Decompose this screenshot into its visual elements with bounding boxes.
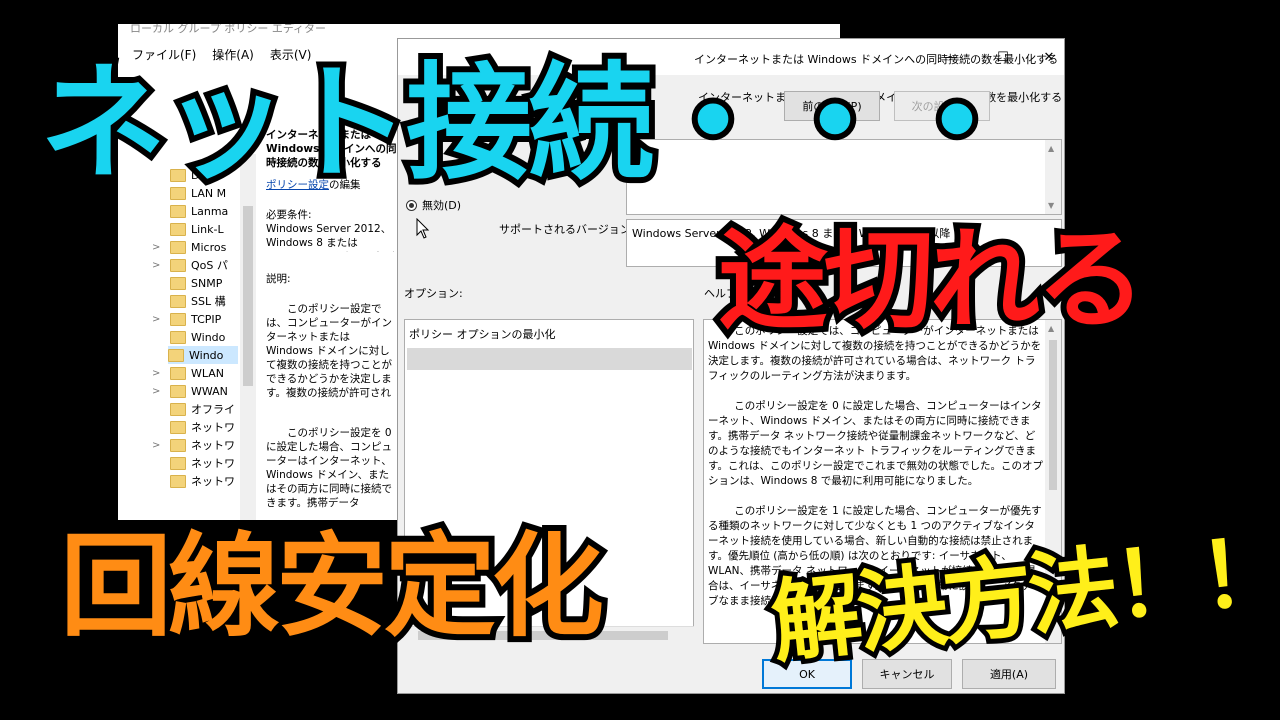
- tree-scroll-thumb[interactable]: [243, 206, 253, 386]
- tree-item[interactable]: > WWAN: [152, 382, 228, 400]
- tree-item[interactable]: > WLAN: [152, 364, 224, 382]
- requirements-text: Windows Server 2012、Windows 8 または Window…: [266, 223, 396, 252]
- folder-icon: [170, 474, 186, 488]
- tree-scrollbar[interactable]: [240, 154, 256, 520]
- supported-on-label: サポートされるバージョン:: [499, 223, 635, 236]
- help-paragraph: このポリシー設定を 0 に設定した場合、コンピューターはインターネット、Wind…: [708, 400, 1043, 487]
- tree-item[interactable]: オフライ: [170, 400, 235, 418]
- folder-icon: [170, 438, 186, 452]
- folder-icon: [168, 348, 184, 362]
- chevron-right-icon[interactable]: >: [152, 440, 160, 451]
- options-header: ポリシー オプションの最小化: [409, 328, 556, 341]
- apply-button[interactable]: 適用(A): [962, 659, 1056, 689]
- folder-icon: [170, 402, 186, 416]
- tree-item[interactable]: ネットワ: [170, 472, 235, 490]
- options-label: オプション:: [404, 287, 463, 300]
- help-scroll-thumb[interactable]: [1049, 340, 1057, 490]
- options-dropdown[interactable]: [407, 348, 692, 370]
- tree-item[interactable]: > ネットワ: [152, 436, 235, 454]
- folder-icon: [170, 456, 186, 470]
- tree-item[interactable]: SNMP: [170, 274, 222, 292]
- tree-item[interactable]: SSL 構: [170, 292, 226, 310]
- caption-network-connection: ネット接続・・・: [34, 44, 1026, 203]
- folder-icon: [170, 258, 186, 272]
- chevron-right-icon[interactable]: >: [152, 386, 160, 397]
- tree-item[interactable]: Windo: [170, 328, 225, 346]
- tree-item[interactable]: ネットワ: [170, 418, 235, 436]
- folder-icon: [170, 366, 186, 380]
- folder-icon: [170, 420, 186, 434]
- chevron-right-icon[interactable]: >: [152, 368, 160, 379]
- folder-icon: [170, 312, 186, 326]
- scroll-up-arrow-icon[interactable]: ▲: [1048, 144, 1054, 153]
- chevron-right-icon[interactable]: >: [152, 260, 160, 271]
- tree-item[interactable]: > QoS パ: [152, 256, 228, 274]
- folder-icon: [170, 276, 186, 290]
- folder-icon: [170, 240, 186, 254]
- folder-icon: [170, 222, 186, 236]
- tree-item[interactable]: > TCPIP: [152, 310, 221, 328]
- policy-tree: D LAN M Lanma Link-L > Micros > QoS パ SNMP…: [118, 154, 258, 520]
- tree-item[interactable]: Lanma: [170, 202, 228, 220]
- folder-icon: [170, 384, 186, 398]
- mouse-cursor-icon: [416, 218, 430, 239]
- tree-item[interactable]: Link-L: [170, 220, 224, 238]
- tree-item[interactable]: ネットワ: [170, 454, 235, 472]
- requirements-label: 必要条件:: [266, 209, 312, 221]
- description-text: このポリシー設定では、コンピューターがインターネットまたは Windows ドメ…: [266, 303, 392, 399]
- folder-icon: [170, 294, 186, 308]
- tree-item[interactable]: > Micros: [152, 238, 226, 256]
- description-label: 説明:: [266, 273, 291, 285]
- chevron-right-icon[interactable]: >: [152, 242, 160, 253]
- caption-interrupted: 途切れる: [712, 210, 1152, 350]
- folder-icon: [170, 204, 186, 218]
- close-button[interactable]: ✕: [1026, 39, 1064, 75]
- folder-icon: [170, 330, 186, 344]
- chevron-right-icon[interactable]: >: [152, 314, 160, 325]
- tree-item-selected[interactable]: Windo: [168, 346, 238, 364]
- caption-line-stabilization: 回線安定化: [54, 516, 610, 658]
